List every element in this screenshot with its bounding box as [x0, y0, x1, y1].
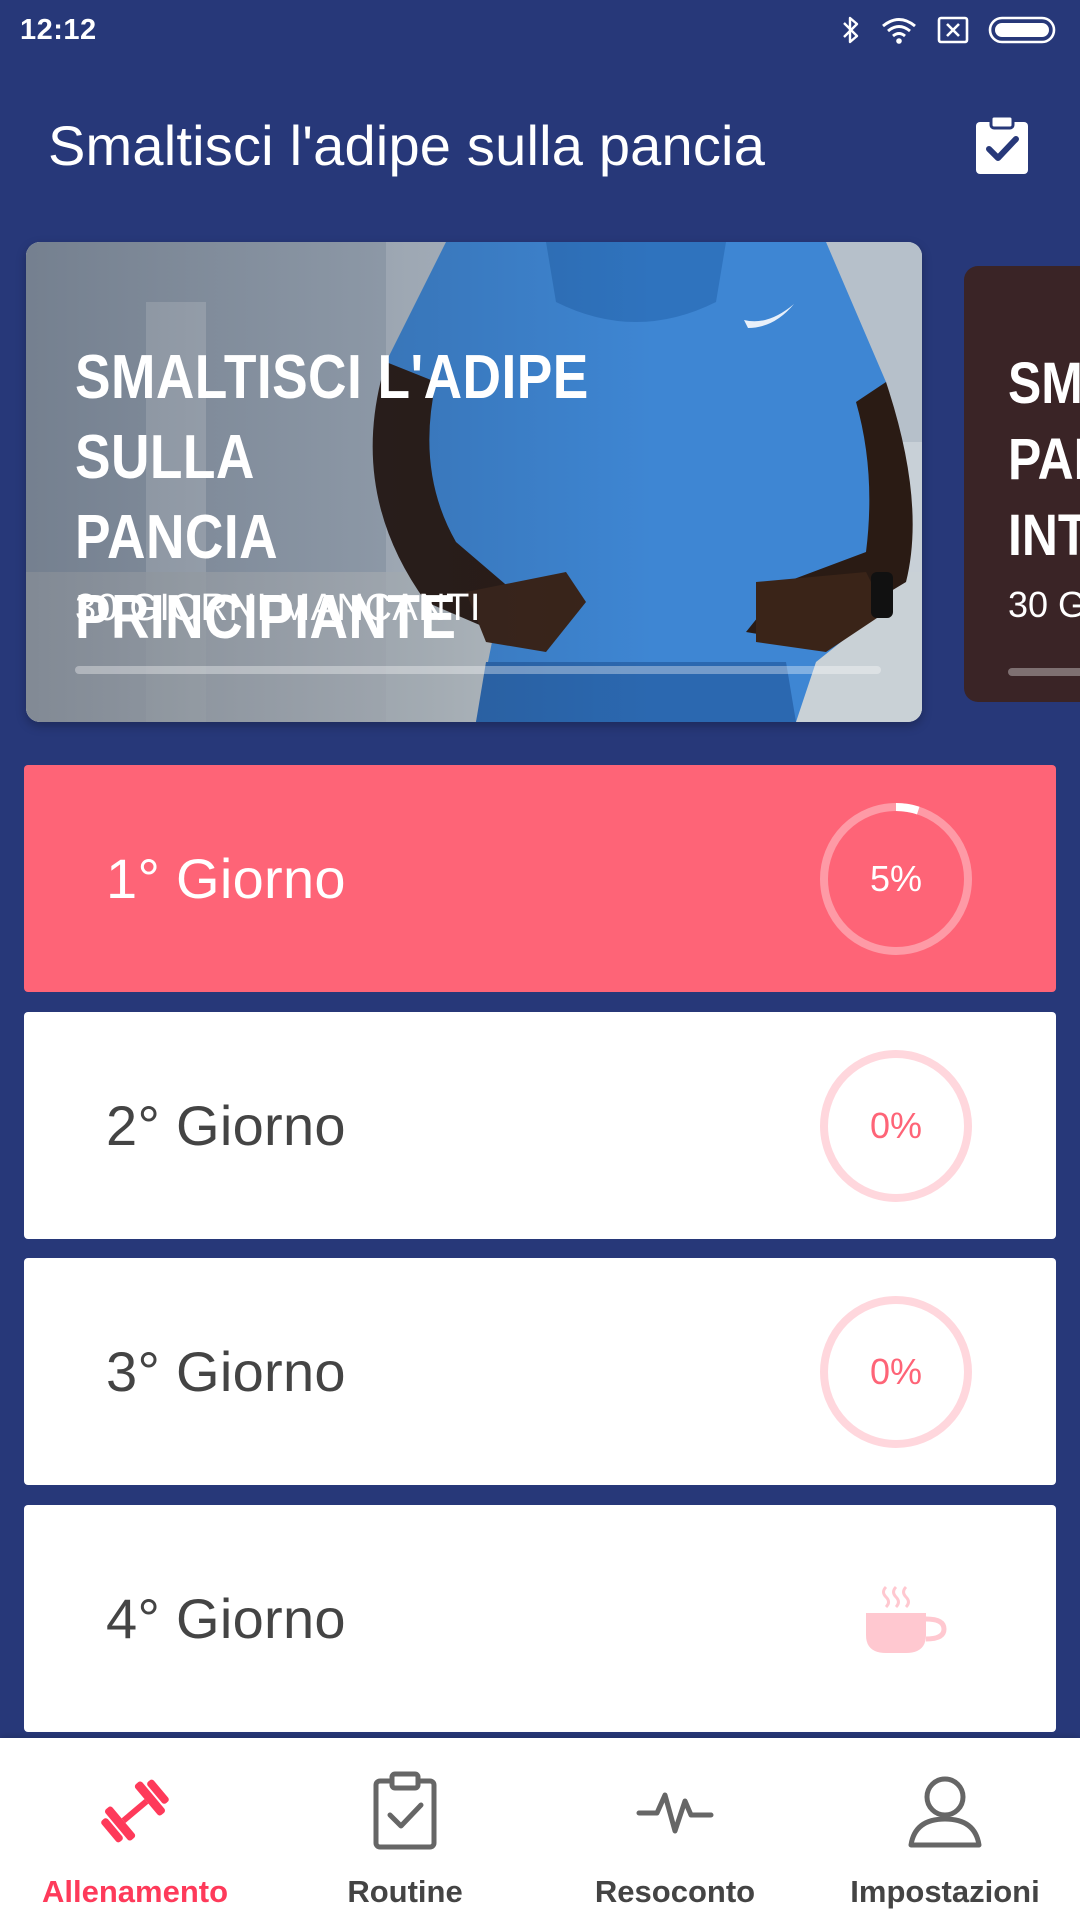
- plan-card-intermediate[interactable]: SM PAI INT 30 G: [964, 266, 1080, 702]
- coffee-cup-icon: [866, 1585, 947, 1653]
- plan-progress-bar: [1008, 668, 1080, 676]
- plan-progress-bar: [75, 666, 881, 674]
- day-row-4[interactable]: 4° Giorno: [24, 1505, 1056, 1732]
- nav-label: Impostazioni: [850, 1874, 1040, 1909]
- pulse-icon: [632, 1768, 718, 1854]
- plan-title-line: SMALTISCI L'ADIPE SULLA: [75, 343, 589, 492]
- status-bar: 12:12: [0, 0, 1080, 60]
- app-bar: Smaltisci l'adipe sulla pancia: [0, 90, 1080, 200]
- plan-days-remaining: 30 GIORNI MANCANTI: [75, 587, 481, 629]
- battery-icon: [988, 16, 1056, 44]
- plan-title-line: PANCIA: [75, 503, 279, 572]
- bluetooth-icon: [843, 16, 859, 44]
- day-row-1[interactable]: 1° Giorno 5%: [24, 765, 1056, 992]
- day-progress-percent: 5%: [869, 858, 923, 899]
- nav-item-allenamento[interactable]: Allenamento: [0, 1738, 270, 1920]
- day-label: 4° Giorno: [106, 1587, 346, 1650]
- nav-item-resoconto[interactable]: Resoconto: [540, 1738, 810, 1920]
- status-time: 12:12: [20, 13, 97, 46]
- plan-checklist-button[interactable]: [970, 113, 1034, 177]
- plan-title-line: PAI: [1008, 427, 1080, 492]
- dumbbell-icon: [92, 1768, 178, 1854]
- nav-label: Routine: [347, 1874, 463, 1909]
- day-label: 3° Giorno: [106, 1340, 346, 1403]
- plan-title-line: SM: [1008, 351, 1080, 416]
- nav-label: Allenamento: [41, 1874, 229, 1909]
- nav-label: Resoconto: [594, 1874, 756, 1909]
- page-title: Smaltisci l'adipe sulla pancia: [48, 113, 766, 177]
- sim-off-icon: [937, 16, 969, 44]
- plan-carousel[interactable]: SMALTISCI L'ADIPE SULLA PANCIA PRINCIPIA…: [0, 242, 1080, 724]
- bottom-nav: Allenamento Routine Resoconto Impostazio…: [0, 1738, 1080, 1920]
- status-icons: [840, 15, 1060, 45]
- plan-title-line: INT: [1008, 503, 1080, 568]
- nav-item-impostazioni[interactable]: Impostazioni: [810, 1738, 1080, 1920]
- day-label: 2° Giorno: [106, 1094, 346, 1157]
- clipboard-check-icon: [976, 114, 1028, 174]
- nav-item-routine[interactable]: Routine: [270, 1738, 540, 1920]
- plan-title: SM PAI INT: [1008, 346, 1080, 574]
- plan-card-beginner[interactable]: SMALTISCI L'ADIPE SULLA PANCIA PRINCIPIA…: [26, 242, 922, 722]
- person-icon: [902, 1768, 988, 1854]
- plan-days-remaining: 30 G: [1008, 584, 1080, 625]
- day-label: 1° Giorno: [106, 847, 346, 910]
- clipboard-check-icon: [362, 1768, 448, 1854]
- day-row-3[interactable]: 3° Giorno 0%: [24, 1258, 1056, 1485]
- day-progress-percent: 0%: [869, 1351, 923, 1392]
- day-row-2[interactable]: 2° Giorno 0%: [24, 1012, 1056, 1239]
- app-screen: 12:12 Smaltisci l'adipe sulla pancia SMA…: [0, 0, 1080, 1920]
- wifi-icon: [882, 18, 916, 44]
- day-progress-percent: 0%: [869, 1105, 923, 1146]
